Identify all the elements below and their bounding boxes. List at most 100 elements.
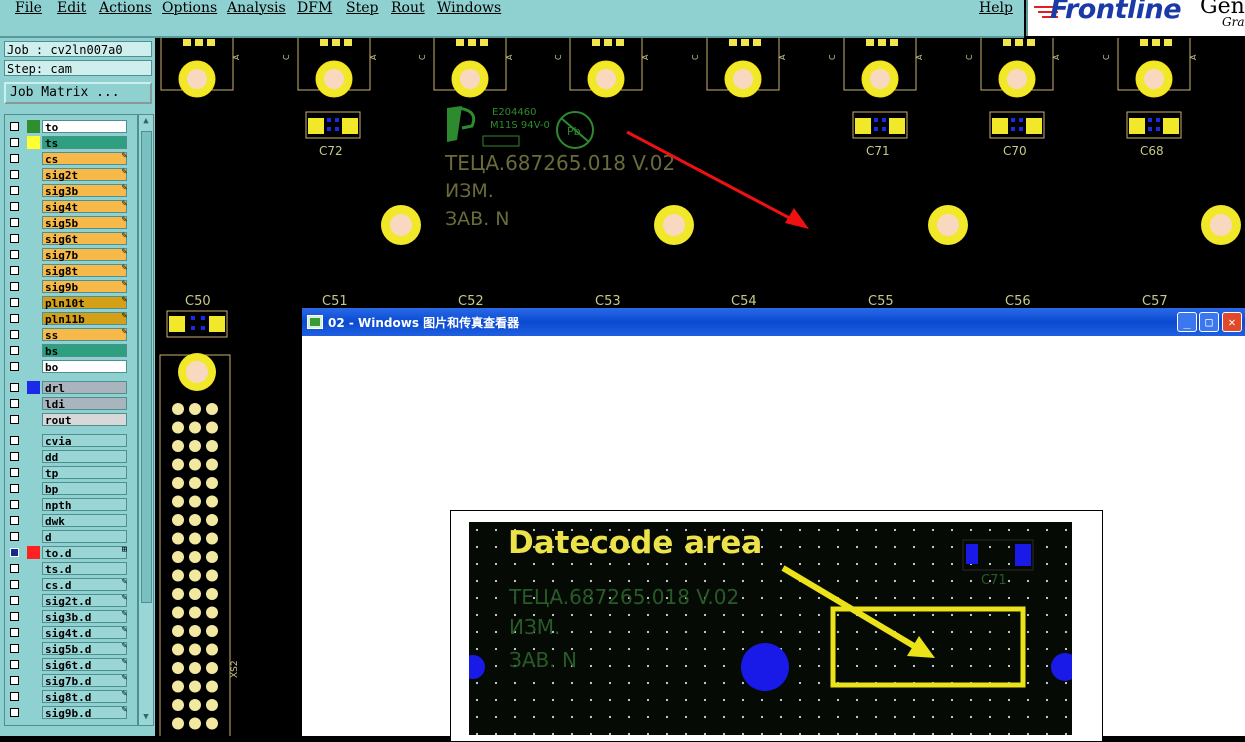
layer-checkbox[interactable] (10, 628, 19, 637)
layer-row[interactable]: bp (7, 481, 129, 496)
layer-checkbox[interactable] (10, 330, 19, 339)
layer-row[interactable]: sig6t ✎ (7, 231, 129, 246)
layer-checkbox[interactable] (10, 436, 19, 445)
layer-row[interactable]: rout (7, 412, 129, 427)
layer-checkbox[interactable] (10, 596, 19, 605)
layer-checkbox[interactable] (10, 122, 19, 131)
layer-name[interactable]: sig7b.d (42, 674, 127, 688)
layer-row[interactable]: sig4t.d ✎ (7, 625, 129, 640)
layer-row[interactable]: sig2t ✎ (7, 167, 129, 182)
layer-checkbox[interactable] (10, 234, 19, 243)
layer-name[interactable]: to.d (42, 546, 127, 560)
layer-checkbox[interactable] (10, 266, 19, 275)
layer-name[interactable]: sig9b.d (42, 706, 127, 720)
layer-row[interactable]: sig8t ✎ (7, 263, 129, 278)
layer-checkbox[interactable] (10, 676, 19, 685)
layer-name[interactable]: tp (42, 466, 127, 480)
layer-row[interactable]: sig6t.d ✎ (7, 657, 129, 672)
layer-name[interactable]: sig6t.d (42, 658, 127, 672)
scroll-up-icon[interactable]: ▲ (140, 116, 152, 128)
layer-checkbox[interactable] (10, 580, 19, 589)
layer-row[interactable]: sig5b.d ✎ (7, 641, 129, 656)
layer-row[interactable]: sig3b ✎ (7, 183, 129, 198)
menu-options[interactable]: Options (162, 0, 217, 16)
layer-name[interactable]: sig8t.d (42, 690, 127, 704)
layer-name[interactable]: cs.d (42, 578, 127, 592)
layer-checkbox[interactable] (10, 708, 19, 717)
layer-checkbox[interactable] (10, 399, 19, 408)
menu-file[interactable]: File (15, 0, 42, 16)
layer-checkbox[interactable] (10, 362, 19, 371)
layer-name[interactable]: sig5b (42, 216, 127, 230)
layer-checkbox[interactable] (10, 452, 19, 461)
layer-name[interactable]: sig4t (42, 200, 127, 214)
layer-color-swatch[interactable] (27, 136, 40, 149)
layer-checkbox[interactable] (10, 644, 19, 653)
layer-name[interactable]: rout (42, 413, 127, 427)
layer-row[interactable]: cs ✎ (7, 151, 129, 166)
layer-checkbox[interactable] (10, 564, 19, 573)
layer-checkbox[interactable] (10, 548, 19, 557)
layer-row[interactable]: bo (7, 359, 129, 374)
layer-checkbox[interactable] (10, 202, 19, 211)
layer-name[interactable]: ss (42, 328, 127, 342)
layer-row[interactable]: d (7, 529, 129, 544)
layer-name[interactable]: ldi (42, 397, 127, 411)
layer-checkbox[interactable] (10, 282, 19, 291)
layer-name[interactable]: cs (42, 152, 127, 166)
layer-checkbox[interactable] (10, 500, 19, 509)
layer-row[interactable]: sig2t.d ✎ (7, 593, 129, 608)
layer-name[interactable]: sig9b (42, 280, 127, 294)
layer-row[interactable]: sig9b ✎ (7, 279, 129, 294)
layer-checkbox[interactable] (10, 612, 19, 621)
layer-name[interactable]: to (42, 120, 127, 134)
layer-name[interactable]: pln10t (42, 296, 127, 310)
layer-row[interactable]: ldi (7, 396, 129, 411)
layer-row[interactable]: dwk (7, 513, 129, 528)
layer-row[interactable]: cs.d ✎ (7, 577, 129, 592)
scroll-thumb[interactable] (141, 131, 152, 603)
layer-checkbox[interactable] (10, 154, 19, 163)
menu-help[interactable]: Help (979, 0, 1013, 16)
layer-checkbox[interactable] (10, 516, 19, 525)
layer-name[interactable]: sig4t.d (42, 626, 127, 640)
layer-row[interactable]: sig4t ✎ (7, 199, 129, 214)
menu-step[interactable]: Step (346, 0, 378, 16)
layer-name[interactable]: ts.d (42, 562, 127, 576)
layer-checkbox[interactable] (10, 415, 19, 424)
image-viewer-window[interactable]: 02 - Windows 图片和传真查看器 _ □ ✕ Datecode are… (302, 308, 1245, 742)
layer-checkbox[interactable] (10, 383, 19, 392)
layer-row[interactable]: ss ✎ (7, 327, 129, 342)
layer-name[interactable]: sig2t.d (42, 594, 127, 608)
job-matrix-button[interactable]: Job Matrix ... (4, 82, 152, 104)
layer-name[interactable]: sig3b.d (42, 610, 127, 624)
layer-row[interactable]: to (7, 119, 129, 134)
layer-row[interactable]: sig7b ✎ (7, 247, 129, 262)
layer-name[interactable]: bs (42, 344, 127, 358)
layer-row[interactable]: sig3b.d ✎ (7, 609, 129, 624)
layer-scrollbar[interactable]: ▲ ▼ (138, 114, 154, 726)
layer-row[interactable]: sig8t.d ✎ (7, 689, 129, 704)
layer-checkbox[interactable] (10, 138, 19, 147)
layer-checkbox[interactable] (10, 298, 19, 307)
layer-name[interactable]: sig7b (42, 248, 127, 262)
layer-name[interactable]: sig6t (42, 232, 127, 246)
scroll-down-icon[interactable]: ▼ (140, 712, 152, 724)
layer-checkbox[interactable] (10, 532, 19, 541)
minimize-button[interactable]: _ (1177, 312, 1197, 332)
layer-checkbox[interactable] (10, 250, 19, 259)
layer-row[interactable]: tp (7, 465, 129, 480)
layer-name[interactable]: cvia (42, 434, 127, 448)
layer-name[interactable]: drl (42, 381, 127, 395)
layer-row[interactable]: sig7b.d ✎ (7, 673, 129, 688)
maximize-button[interactable]: □ (1199, 312, 1219, 332)
layer-row[interactable]: sig5b ✎ (7, 215, 129, 230)
layer-name[interactable]: bp (42, 482, 127, 496)
layer-row[interactable]: to.d ⊞ (7, 545, 129, 560)
layer-row[interactable]: bs (7, 343, 129, 358)
close-button[interactable]: ✕ (1222, 312, 1242, 332)
layer-name[interactable]: ts (42, 136, 127, 150)
layer-checkbox[interactable] (10, 660, 19, 669)
layer-row[interactable]: drl (7, 380, 129, 395)
layer-checkbox[interactable] (10, 314, 19, 323)
